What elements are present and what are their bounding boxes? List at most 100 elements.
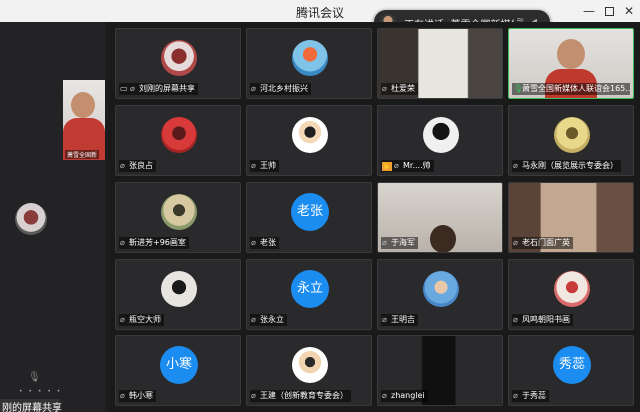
participant-name: 王帅 <box>260 161 276 170</box>
participant-label: ⌀ 王帅 <box>250 160 279 172</box>
mic-muted-icon: ⌀ <box>513 238 518 247</box>
participant-name: 风鸣朝阳书画 <box>522 315 570 324</box>
text-avatar: 永立 <box>291 270 329 308</box>
participant-label: ▭ ⌀ 刘刚的屏幕共享 <box>119 83 198 95</box>
speaker-video-thumbnail[interactable]: 萧雪全国新 <box>63 80 105 160</box>
participant-label: 🎙萧雪全国新媒体人联谊会165... <box>512 83 630 95</box>
participant-label: ⌀ 靳进芳+96画室 <box>119 237 189 249</box>
participant-tile-active-speaker[interactable]: 🎙萧雪全国新媒体人联谊会165... <box>508 28 634 99</box>
participant-tile[interactable]: 老张 ⌀ 老张 <box>246 182 372 253</box>
mic-muted-icon: ⌀ <box>382 315 387 324</box>
close-button[interactable]: ✕ <box>620 2 638 20</box>
participant-label: ⌀ 杜爱荣 <box>381 83 418 95</box>
raise-hand-icon: ✋ <box>382 162 392 171</box>
participant-avatar <box>423 117 459 153</box>
participant-name: 张良占 <box>129 161 153 170</box>
participant-label: ⌀ 瓶空大师 <box>119 314 164 326</box>
participant-name: 张永立 <box>260 315 284 324</box>
participant-label: ⌀ 韩小寒 <box>119 390 156 402</box>
participant-label: ⌀ 于秀蕊 <box>512 390 549 402</box>
mic-muted-icon: ⌀ <box>251 84 256 93</box>
screen-share-icon: ▭ <box>120 84 128 93</box>
participant-label: ⌀ 老张 <box>250 237 279 249</box>
participant-label: ⌀ 老石门面广英 <box>512 237 573 249</box>
mic-muted-icon: ⌀ <box>513 161 518 170</box>
participant-tile[interactable]: ✋ ⌀ Mr....帅 <box>377 105 503 176</box>
participant-tile[interactable]: ⌀ 风鸣朝阳书画 <box>508 259 634 330</box>
participant-name: 于海军 <box>391 238 415 247</box>
participant-name: 河北乡村振兴 <box>260 84 308 93</box>
mic-active-icon: 🎙 <box>513 84 524 93</box>
participant-avatar <box>161 117 197 153</box>
maximize-icon <box>604 7 614 16</box>
participant-name: 萧雪全国新媒体人联谊会165... <box>522 84 630 93</box>
participant-avatar <box>292 40 328 76</box>
participant-label: ⌀ 于海军 <box>381 237 418 249</box>
participant-tile[interactable]: ⌀ 瓶空大师 <box>115 259 241 330</box>
mic-muted-icon: ⌀ <box>513 315 518 324</box>
participant-name: 于秀蕊 <box>522 391 546 400</box>
participant-label: ⌀ 张永立 <box>250 314 287 326</box>
participant-head <box>430 225 456 252</box>
participant-tile[interactable]: ⌀ 张良占 <box>115 105 241 176</box>
participant-name: 杜爱荣 <box>391 84 415 93</box>
participant-tile[interactable]: ⌀ 河北乡村振兴 <box>246 28 372 99</box>
mic-muted-icon: ⌀ <box>251 315 256 324</box>
participant-avatar <box>292 117 328 153</box>
mic-muted-icon: ⌀ <box>120 315 125 324</box>
participant-tile[interactable]: ⌀ 马永刚（展览展示专委会） <box>508 105 634 176</box>
shared-screen-panel: 萧雪全国新 🎙 • • • • • 刚的屏幕共享 <box>0 22 105 412</box>
participant-tile[interactable]: ⌀ 王明吉 <box>377 259 503 330</box>
participant-tile[interactable]: ⌀ 于海军 <box>377 182 503 253</box>
mic-muted-icon: ⌀ <box>251 391 256 400</box>
maximize-button[interactable] <box>600 2 618 20</box>
mic-muted-icon: ⌀ <box>130 84 135 93</box>
participant-name: 老张 <box>260 238 276 247</box>
participant-label: ⌀ 张良占 <box>119 160 156 172</box>
page-dots[interactable]: • • • • • <box>19 388 62 395</box>
mic-muted-icon: ⌀ <box>251 238 256 247</box>
participant-label: ⌀ 王建（创新教育专委会） <box>250 390 351 402</box>
participant-name: 靳进芳+96画室 <box>129 238 186 247</box>
participant-avatar <box>554 271 590 307</box>
participant-tile[interactable]: 秀蕊 ⌀ 于秀蕊 <box>508 335 634 406</box>
mic-icon: 🎙 <box>28 372 41 383</box>
participant-tile[interactable]: ⌀ 杜爱荣 <box>377 28 503 99</box>
participant-label: ⌀ 河北乡村振兴 <box>250 83 311 95</box>
mic-muted-icon: ⌀ <box>394 161 399 170</box>
participant-label: ⌀ 王明吉 <box>381 314 418 326</box>
thumbnail-label: 萧雪全国新 <box>65 150 100 159</box>
participant-tile[interactable]: ⌀ 王建（创新教育专委会） <box>246 335 372 406</box>
participant-tile[interactable]: ▭ ⌀ 刘刚的屏幕共享 <box>115 28 241 99</box>
participant-tile[interactable]: ⌀ 老石门面广英 <box>508 182 634 253</box>
participant-grid: ▭ ⌀ 刘刚的屏幕共享 ⌀ 河北乡村振兴 ⌀ 杜爱荣 🎙萧雪全国新媒体人联谊会165..… <box>109 22 640 412</box>
participant-label: ⌀ zhanglei <box>381 390 428 402</box>
participant-name: 瓶空大师 <box>129 315 161 324</box>
participant-avatar <box>292 347 328 383</box>
participant-label: ✋ ⌀ Mr....帅 <box>381 160 434 172</box>
participant-tile[interactable]: ⌀ 靳进芳+96画室 <box>115 182 241 253</box>
participant-name: 老石门面广英 <box>522 238 570 247</box>
speaker-face <box>71 92 95 118</box>
minimize-button[interactable]: — <box>580 2 598 20</box>
mic-muted-icon: ⌀ <box>120 161 125 170</box>
text-avatar: 小寒 <box>160 346 198 384</box>
participant-avatar <box>423 271 459 307</box>
participant-tile[interactable]: 小寒 ⌀ 韩小寒 <box>115 335 241 406</box>
participant-name: 刘刚的屏幕共享 <box>139 84 195 93</box>
participant-avatar <box>554 117 590 153</box>
presenter-avatar <box>15 203 47 235</box>
participant-tile[interactable]: ⌀ 王帅 <box>246 105 372 176</box>
mic-muted-icon: ⌀ <box>513 391 518 400</box>
participant-name: 马永刚（展览展示专委会） <box>522 161 618 170</box>
participant-label: ⌀ 马永刚（展览展示专委会） <box>512 160 621 172</box>
speaker-face <box>557 39 585 69</box>
mic-muted-icon: ⌀ <box>382 238 387 247</box>
participant-tile[interactable]: 永立 ⌀ 张永立 <box>246 259 372 330</box>
participant-name: zhanglei <box>391 391 425 400</box>
participant-name: 韩小寒 <box>129 391 153 400</box>
mic-muted-icon: ⌀ <box>120 238 125 247</box>
participant-avatar <box>161 194 197 230</box>
participant-tile[interactable]: ⌀ zhanglei <box>377 335 503 406</box>
participant-name: 王建（创新教育专委会） <box>260 391 348 400</box>
